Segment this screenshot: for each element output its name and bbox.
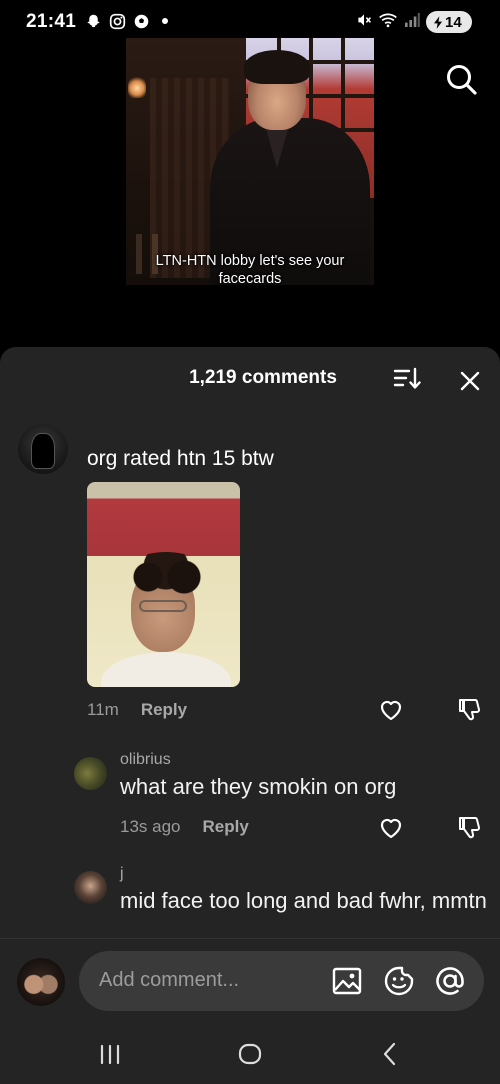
search-icon xyxy=(447,65,477,95)
video-caption: LTN-HTN lobby let's see your facecards xyxy=(155,253,345,285)
battery-level: 14 xyxy=(445,13,462,31)
heart-icon xyxy=(380,818,402,839)
avatar[interactable] xyxy=(18,424,68,474)
user-avatar[interactable] xyxy=(17,958,65,1006)
dislike-icon xyxy=(459,699,481,721)
reply-time: 13s ago xyxy=(120,817,181,836)
heart-icon xyxy=(380,700,402,721)
dislike-button[interactable] xyxy=(456,814,484,842)
mention-icon xyxy=(436,967,464,995)
comment-input-placeholder: Add comment... xyxy=(99,969,240,991)
close-button[interactable] xyxy=(456,367,484,395)
reply-button[interactable]: Reply xyxy=(203,817,249,837)
comment-input[interactable]: Add comment... xyxy=(79,951,484,1011)
like-button[interactable] xyxy=(377,696,405,724)
emoji-button[interactable] xyxy=(383,965,415,997)
like-button[interactable] xyxy=(377,814,405,842)
status-time: 21:41 xyxy=(26,11,77,32)
reply-text: what are they smokin on org xyxy=(120,774,397,799)
sort-icon xyxy=(393,367,421,389)
mute-icon xyxy=(356,12,372,33)
home-icon xyxy=(238,1043,262,1065)
image-button[interactable] xyxy=(331,965,363,997)
comment-time: 11m xyxy=(87,700,119,719)
battery-indicator: 14 xyxy=(426,11,472,33)
image-glasses xyxy=(139,600,187,612)
recent-apps-button[interactable] xyxy=(96,1040,124,1068)
reply-meta: 13s ago Reply xyxy=(120,817,249,837)
comment-text: org rated htn 15 btw xyxy=(87,447,274,470)
comment-count: 1,219 comments xyxy=(189,367,337,388)
reply-item: j mid face too long and bad fwhr, mmtn xyxy=(0,865,500,938)
mention-button[interactable] xyxy=(434,965,466,997)
sort-button[interactable] xyxy=(392,365,422,393)
video-thumbnail[interactable]: LTN-HTN lobby let's see your facecards xyxy=(126,38,374,285)
comment-item: org rated htn 15 btw 11m Reply xyxy=(0,424,500,724)
image-icon xyxy=(332,967,362,995)
avatar[interactable] xyxy=(74,757,107,790)
lamp xyxy=(128,76,146,98)
recent-apps-icon xyxy=(100,1044,120,1065)
system-nav-bar xyxy=(0,1020,500,1084)
back-icon xyxy=(383,1042,396,1066)
charging-icon xyxy=(434,15,443,29)
reply-item: olibrius what are they smokin on org 13s… xyxy=(0,751,500,841)
home-button[interactable] xyxy=(236,1040,264,1068)
wifi-icon xyxy=(378,12,398,33)
video-area[interactable]: LTN-HTN lobby let's see your facecards xyxy=(0,38,500,348)
comment-meta: 11m Reply xyxy=(87,700,187,720)
more-notifications-dot xyxy=(162,18,168,24)
comment-image[interactable] xyxy=(87,482,240,687)
image-hair xyxy=(121,552,211,602)
reply-username[interactable]: j xyxy=(120,865,124,883)
system-icons: 14 xyxy=(356,11,472,33)
dislike-button[interactable] xyxy=(456,696,484,724)
signal-icon xyxy=(404,12,420,32)
close-icon xyxy=(460,371,480,391)
football-icon xyxy=(132,12,150,30)
dislike-icon xyxy=(459,817,481,839)
sheet-header: 1,219 comments xyxy=(0,347,500,409)
image-shirt xyxy=(101,652,231,687)
reply-username[interactable]: olibrius xyxy=(120,751,171,769)
person-hair xyxy=(244,50,310,84)
instagram-icon xyxy=(108,12,126,30)
avatar[interactable] xyxy=(74,871,107,904)
reply-button[interactable]: Reply xyxy=(141,700,187,720)
reply-text: mid face too long and bad fwhr, mmtn xyxy=(120,888,487,913)
notification-icons xyxy=(84,12,168,30)
back-button[interactable] xyxy=(376,1040,404,1068)
emoji-icon xyxy=(384,966,414,996)
snapchat-icon xyxy=(84,12,102,30)
comment-composer: Add comment... xyxy=(0,938,500,1020)
search-button[interactable] xyxy=(444,62,478,96)
